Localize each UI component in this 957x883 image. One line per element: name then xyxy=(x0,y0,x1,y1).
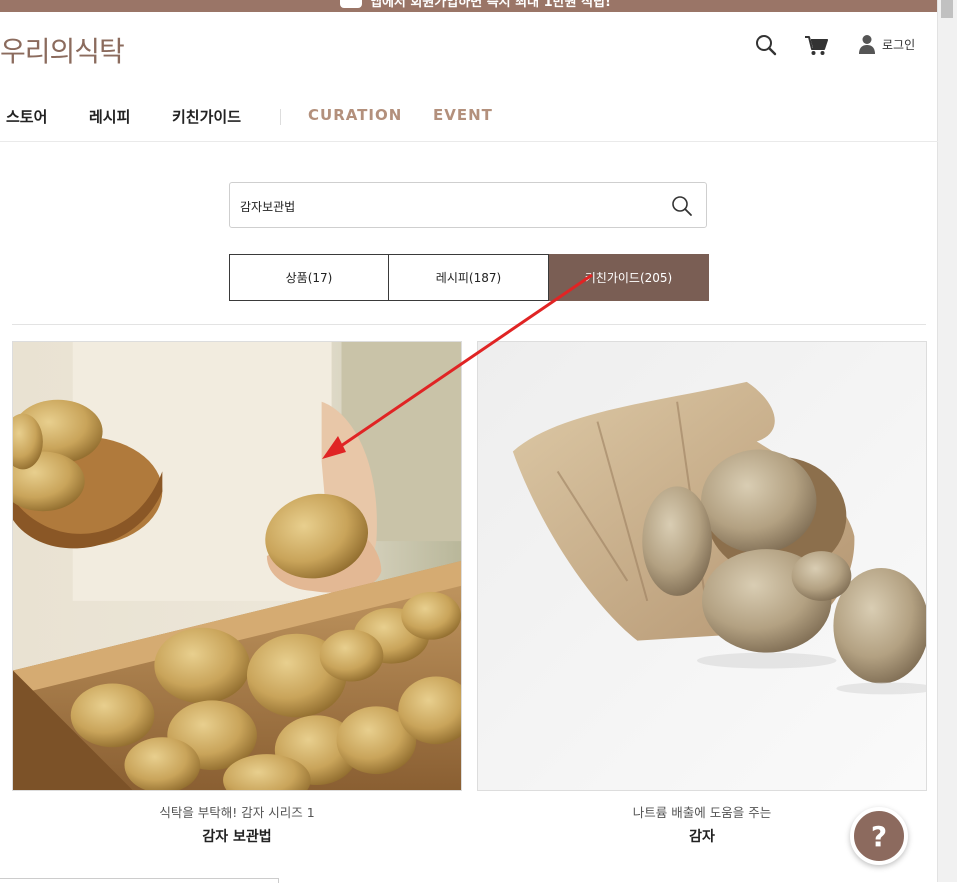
tab-kitchen-guide[interactable]: 키친가이드(205) xyxy=(549,254,709,301)
cart-icon[interactable] xyxy=(804,35,828,57)
nav-item-curation[interactable]: CURATION xyxy=(308,106,402,124)
result-card[interactable]: 식탁을 부탁해! 감자 시리즈 1 감자 보관법 xyxy=(12,341,462,846)
bottom-panel-edge xyxy=(0,878,279,883)
nav-divider xyxy=(280,109,281,125)
page-scrollbar[interactable] xyxy=(937,0,957,882)
nav-item-recipe[interactable]: 레시피 xyxy=(89,106,130,127)
user-icon xyxy=(859,35,875,54)
help-button[interactable]: ? xyxy=(850,807,908,865)
site-logo[interactable]: 우리의식탁 xyxy=(0,30,125,70)
potatoes-in-crate-photo xyxy=(12,341,462,791)
tab-recipes[interactable]: 레시피(187) xyxy=(389,254,549,301)
card-title: 감자 보관법 xyxy=(202,829,272,845)
result-tabs: 상품(17) 레시피(187) 키친가이드(205) xyxy=(229,254,709,301)
nav-item-event[interactable]: EVENT xyxy=(433,106,493,124)
search-input[interactable] xyxy=(238,193,662,219)
promo-banner[interactable]: 앱에서 회원가입하면 즉시 최대 1만원 적립! xyxy=(0,0,938,12)
content-divider xyxy=(12,324,926,325)
app-icon xyxy=(340,0,362,8)
main-nav: 스토어 레시피 키친가이드 CURATION EVENT xyxy=(0,106,938,130)
nav-item-kitchen-guide[interactable]: 키친가이드 xyxy=(172,106,241,127)
promo-banner-text: 앱에서 회원가입하면 즉시 최대 1만원 적립! xyxy=(370,0,611,10)
tab-products[interactable]: 상품(17) xyxy=(229,254,389,301)
card-subtitle: 식탁을 부탁해! 감자 시리즈 1 xyxy=(159,805,315,820)
search-submit-icon[interactable] xyxy=(671,195,693,217)
login-label: 로그인 xyxy=(882,37,916,52)
scrollbar-thumb[interactable] xyxy=(941,0,953,18)
result-card[interactable]: 나트륨 배출에 도움을 주는 감자 xyxy=(477,341,927,846)
potatoes-in-paper-bag-photo xyxy=(477,341,927,791)
nav-divider-line xyxy=(0,141,938,142)
nav-item-store[interactable]: 스토어 xyxy=(6,106,47,127)
search-icon[interactable] xyxy=(754,33,778,57)
login-button[interactable]: 로그인 xyxy=(858,34,915,54)
search-box xyxy=(229,182,707,228)
